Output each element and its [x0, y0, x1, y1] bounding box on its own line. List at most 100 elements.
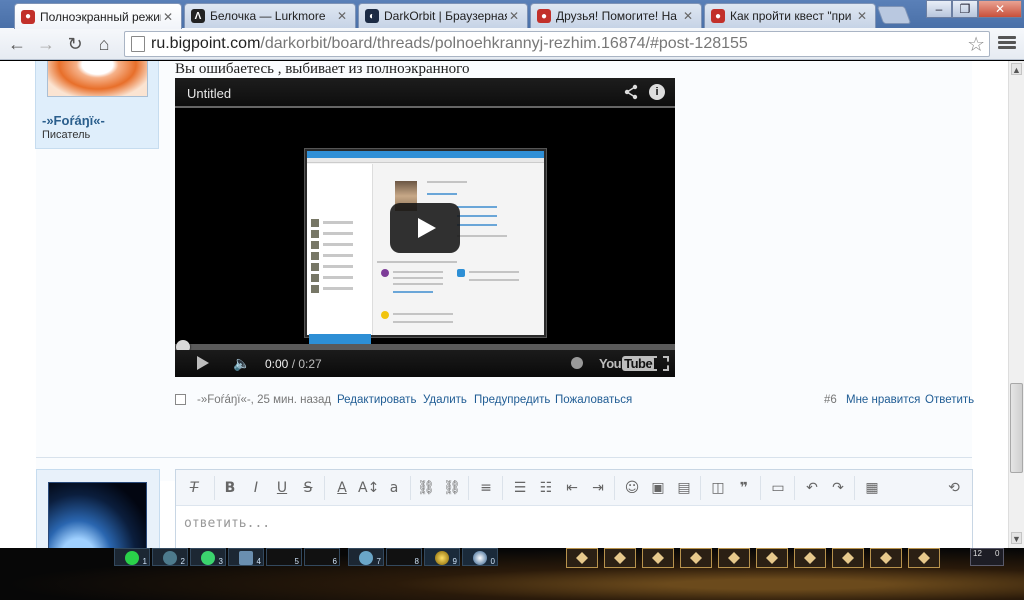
table-icon[interactable]: ▦: [862, 479, 882, 497]
code-icon[interactable]: ◫: [708, 479, 728, 497]
new-tab-button[interactable]: [876, 6, 912, 24]
warn-link[interactable]: Предупредить: [474, 394, 550, 406]
action-slot-2[interactable]: 2: [152, 548, 188, 566]
fullscreen-icon[interactable]: [651, 356, 669, 371]
reply-link[interactable]: Ответить: [925, 394, 974, 406]
edit-link[interactable]: Редактировать: [337, 394, 416, 406]
bullet-list-icon[interactable]: ☰: [510, 479, 530, 497]
lurkmore-icon: Λ: [191, 9, 205, 23]
scroll-thumb[interactable]: [1010, 383, 1023, 473]
action-slot-8[interactable]: 8: [386, 548, 422, 566]
close-icon[interactable]: ✕: [335, 9, 349, 23]
close-icon[interactable]: ✕: [681, 9, 695, 23]
bookmark-star-icon[interactable]: ☆: [967, 32, 985, 57]
action-slot-9[interactable]: 9: [424, 548, 460, 566]
post-footer: -»Foŕáŋï«-, 25 мин. назад Редактировать …: [175, 393, 975, 409]
browser-toolbar: ← → ↻ ⌂ ru.bigpoint.com/darkorbit/board/…: [0, 28, 1024, 60]
close-icon[interactable]: ✕: [161, 10, 175, 24]
scroll-up-icon[interactable]: ▲: [1011, 63, 1022, 75]
youtube-logo[interactable]: You Tube: [599, 356, 655, 371]
maximize-button[interactable]: ❐: [952, 0, 978, 18]
bold-icon[interactable]: B: [220, 479, 240, 497]
action-slot-0[interactable]: 0: [462, 548, 498, 566]
ability-slot-7[interactable]: [794, 548, 826, 568]
save-draft-icon[interactable]: ▭: [768, 479, 788, 497]
action-slot-6[interactable]: 6: [304, 548, 340, 566]
ability-slot-10[interactable]: [908, 548, 940, 568]
toggle-bbcode-icon[interactable]: ⟲: [944, 479, 964, 497]
image-icon[interactable]: ▣: [648, 479, 668, 497]
back-icon[interactable]: ←: [5, 32, 29, 56]
font-family-icon[interactable]: a: [384, 479, 404, 497]
forward-icon[interactable]: →: [34, 32, 58, 56]
action-slot-5[interactable]: 5: [266, 548, 302, 566]
numbered-list-icon[interactable]: ☷: [536, 479, 556, 497]
author-name[interactable]: -»Foŕáŋï«-: [42, 113, 105, 128]
action-slot-1[interactable]: 1: [114, 548, 150, 566]
video-player[interactable]: Untitled i 🔈 0:00 / 0:27 You Tube: [175, 78, 675, 377]
close-icon[interactable]: ✕: [855, 9, 869, 23]
home-icon[interactable]: ⌂: [92, 32, 116, 56]
close-icon[interactable]: ✕: [507, 9, 521, 23]
play-button[interactable]: [390, 203, 460, 253]
action-slot-3[interactable]: 3: [190, 548, 226, 566]
report-link[interactable]: Пожаловаться: [555, 394, 632, 406]
watch-later-icon[interactable]: [571, 357, 583, 369]
address-path: /darkorbit/board/threads/polnoehkrannyj-…: [260, 35, 748, 52]
tab-druzya[interactable]: ● Друзья! Помогите! На F ✕: [530, 3, 702, 28]
ammo-slot[interactable]: 12 0: [970, 548, 1004, 566]
ability-slot-6[interactable]: [756, 548, 788, 568]
menu-icon[interactable]: [998, 34, 1016, 54]
delete-link[interactable]: Удалить: [423, 394, 467, 406]
reply-placeholder[interactable]: ответить...: [184, 516, 270, 531]
font-size-icon[interactable]: A↕: [358, 479, 379, 497]
volume-icon[interactable]: 🔈: [233, 355, 251, 371]
share-icon[interactable]: [623, 84, 639, 100]
remove-format-icon[interactable]: T: [184, 479, 204, 497]
strikethrough-icon[interactable]: S: [298, 479, 318, 497]
tab-kvest[interactable]: ● Как пройти квест "при ✕: [704, 3, 876, 28]
action-slot-4[interactable]: 4: [228, 548, 264, 566]
bp-icon: ●: [711, 9, 725, 23]
minimize-button[interactable]: –: [926, 0, 952, 18]
align-icon[interactable]: ≡: [476, 479, 496, 497]
underline-icon[interactable]: U: [272, 479, 292, 497]
tab-darkorbit[interactable]: ◐ DarkOrbit | Браузерная ✕: [358, 3, 528, 28]
scroll-down-icon[interactable]: ▼: [1011, 532, 1022, 544]
video-title[interactable]: Untitled: [187, 86, 231, 101]
ability-slot-8[interactable]: [832, 548, 864, 568]
reload-icon[interactable]: ↻: [63, 32, 87, 56]
action-slot-7[interactable]: 7: [348, 548, 384, 566]
author-avatar[interactable]: [47, 61, 148, 97]
play-icon[interactable]: [197, 356, 209, 370]
redo-icon[interactable]: ↷: [828, 479, 848, 497]
unlink-icon[interactable]: ⛓: [442, 479, 462, 497]
undo-icon[interactable]: ↶: [802, 479, 822, 497]
post-number[interactable]: #6: [824, 394, 837, 406]
tab-lurkmore[interactable]: Λ Белочка — Lurkmore ✕: [184, 3, 356, 28]
tab-polnoekrannyj[interactable]: ● Полноэкранный режим ✕: [14, 3, 182, 29]
indent-icon[interactable]: ⇥: [588, 479, 608, 497]
ability-slot-4[interactable]: [680, 548, 712, 568]
ability-slot-3[interactable]: [642, 548, 674, 568]
media-icon[interactable]: ▤: [674, 479, 694, 497]
text-color-icon[interactable]: A: [332, 479, 352, 497]
ability-slot-9[interactable]: [870, 548, 902, 568]
address-bar[interactable]: ru.bigpoint.com/darkorbit/board/threads/…: [124, 31, 990, 57]
ability-slot-1[interactable]: [566, 548, 598, 568]
ability-slot-5[interactable]: [718, 548, 750, 568]
info-icon[interactable]: i: [649, 84, 665, 100]
link-icon[interactable]: ⛓: [416, 479, 436, 497]
outdent-icon[interactable]: ⇤: [562, 479, 582, 497]
ability-slot-2[interactable]: [604, 548, 636, 568]
game-action-bar: 1 2 3 4 5 6 7 8 9 0 12 0: [0, 548, 1024, 600]
page-scrollbar[interactable]: ▲ ▼: [1008, 61, 1024, 548]
select-post-checkbox[interactable]: [175, 394, 186, 405]
post-message: Вы ошибаетесь , выбивает из полноэкранно…: [175, 61, 470, 77]
italic-icon[interactable]: I: [246, 479, 266, 497]
ammo-count-a: 12: [973, 549, 982, 558]
like-link[interactable]: Мне нравится: [846, 394, 920, 406]
smiley-icon[interactable]: ☺: [622, 479, 642, 497]
quote-icon[interactable]: ❞: [734, 479, 754, 497]
window-close-button[interactable]: ✕: [978, 0, 1022, 18]
